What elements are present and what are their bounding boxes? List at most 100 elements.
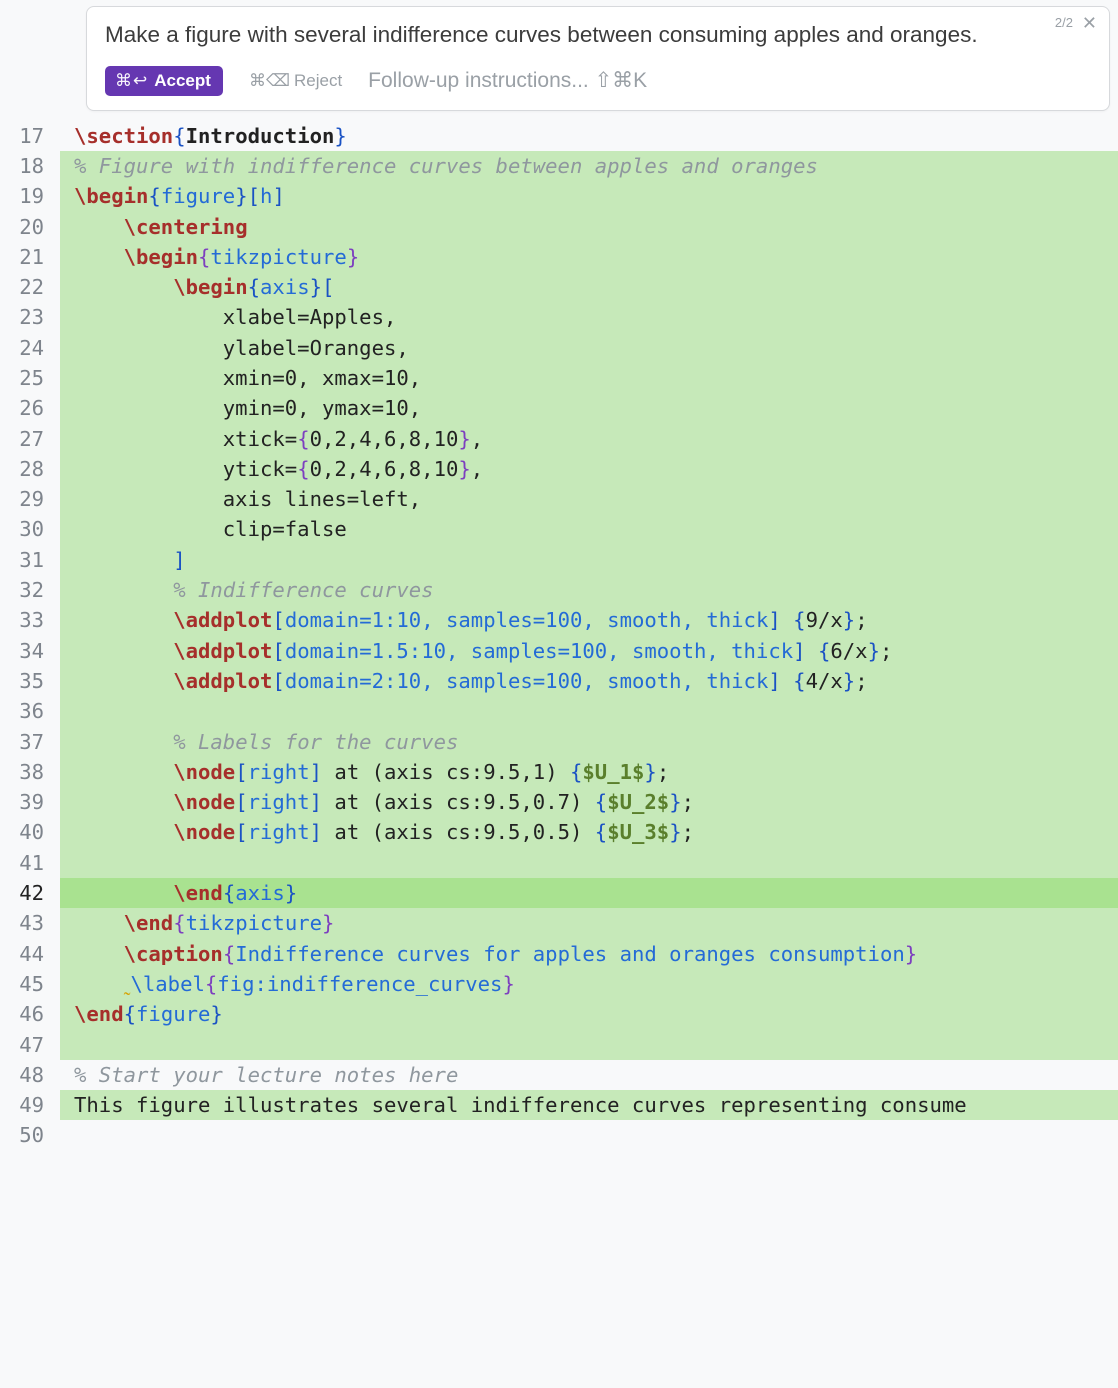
code-line[interactable]: 26 ymin=0, ymax=10, xyxy=(0,393,1118,423)
code-line[interactable]: 35 \addplot[domain=2:10, samples=100, sm… xyxy=(0,666,1118,696)
code-line[interactable]: 41 xyxy=(0,848,1118,878)
line-number: 40 xyxy=(0,817,60,847)
line-content[interactable] xyxy=(60,1120,1118,1150)
followup-hint[interactable]: Follow-up instructions... ⇧⌘K xyxy=(368,68,647,93)
code-line[interactable]: 28 ytick={0,2,4,6,8,10}, xyxy=(0,454,1118,484)
code-line[interactable]: 38 \node[right] at (axis cs:9.5,1) {$U_1… xyxy=(0,757,1118,787)
line-content[interactable]: \addplot[domain=2:10, samples=100, smoot… xyxy=(60,666,1118,696)
code-editor[interactable]: 17\section{Introduction}18% Figure with … xyxy=(0,121,1118,1151)
code-line[interactable]: 44 \caption{Indifference curves for appl… xyxy=(0,939,1118,969)
line-content[interactable] xyxy=(60,1030,1118,1060)
token-plain: ; xyxy=(682,790,694,814)
line-content[interactable]: xlabel=Apples, xyxy=(60,302,1118,332)
token-cmd: \centering xyxy=(124,215,248,239)
code-line[interactable]: 27 xtick={0,2,4,6,8,10}, xyxy=(0,424,1118,454)
code-line[interactable]: 32 % Indifference curves xyxy=(0,575,1118,605)
code-line[interactable]: 17\section{Introduction} xyxy=(0,121,1118,151)
code-line[interactable]: 23 xlabel=Apples, xyxy=(0,302,1118,332)
code-line[interactable]: 39 \node[right] at (axis cs:9.5,0.7) {$U… xyxy=(0,787,1118,817)
line-content[interactable]: % Labels for the curves xyxy=(60,727,1118,757)
code-line[interactable]: 40 \node[right] at (axis cs:9.5,0.5) {$U… xyxy=(0,817,1118,847)
token-plain xyxy=(74,881,173,905)
token-bl: { xyxy=(595,820,607,844)
code-line[interactable]: 29 axis lines=left, xyxy=(0,484,1118,514)
line-content[interactable]: \end{axis} xyxy=(60,878,1118,908)
token-pr: { xyxy=(297,457,309,481)
accept-button[interactable]: ⌘↩ Accept xyxy=(105,66,223,96)
line-content[interactable]: \caption{Indifference curves for apples … xyxy=(60,939,1118,969)
code-line[interactable]: 19\begin{figure}[h] xyxy=(0,181,1118,211)
line-content[interactable]: \begin{axis}[ xyxy=(60,272,1118,302)
line-content[interactable]: \node[right] at (axis cs:9.5,0.7) {$U_2$… xyxy=(60,787,1118,817)
line-content[interactable]: clip=false xyxy=(60,514,1118,544)
line-number: 42 xyxy=(0,878,60,908)
line-content[interactable]: ymin=0, ymax=10, xyxy=(60,393,1118,423)
line-content[interactable]: xmin=0, xmax=10, xyxy=(60,363,1118,393)
token-bl: ] xyxy=(768,608,780,632)
token-cmd: \node xyxy=(173,820,235,844)
line-content[interactable]: ytick={0,2,4,6,8,10}, xyxy=(60,454,1118,484)
token-pr: { xyxy=(198,245,210,269)
code-line[interactable]: 45 ˷\label{fig:indifference_curves} xyxy=(0,969,1118,999)
token-plain: at (axis cs:9.5,0.5) xyxy=(322,820,595,844)
line-content[interactable]: \begin{tikzpicture} xyxy=(60,242,1118,272)
code-line[interactable]: 47 xyxy=(0,1030,1118,1060)
code-line[interactable]: 31 ] xyxy=(0,545,1118,575)
line-content[interactable]: % Figure with indifference curves betwee… xyxy=(60,151,1118,181)
code-line[interactable]: 46\end{figure} xyxy=(0,999,1118,1029)
line-content[interactable] xyxy=(60,848,1118,878)
token-cmd: \end xyxy=(173,881,223,905)
code-line[interactable]: 24 ylabel=Oranges, xyxy=(0,333,1118,363)
code-line[interactable]: 49This figure illustrates several indiff… xyxy=(0,1090,1118,1120)
line-number: 22 xyxy=(0,272,60,302)
code-line[interactable]: 34 \addplot[domain=1.5:10, samples=100, … xyxy=(0,636,1118,666)
line-content[interactable]: \end{figure} xyxy=(60,999,1118,1029)
line-content[interactable]: % Indifference curves xyxy=(60,575,1118,605)
line-content[interactable]: \end{tikzpicture} xyxy=(60,908,1118,938)
code-line[interactable]: 43 \end{tikzpicture} xyxy=(0,908,1118,938)
token-bl: } xyxy=(334,124,346,148)
line-content[interactable]: \section{Introduction} xyxy=(60,121,1118,151)
token-plain: ; xyxy=(855,669,867,693)
line-content[interactable] xyxy=(60,696,1118,726)
code-line[interactable]: 33 \addplot[domain=1:10, samples=100, sm… xyxy=(0,605,1118,635)
line-content[interactable]: xtick={0,2,4,6,8,10}, xyxy=(60,424,1118,454)
code-line[interactable]: 36 xyxy=(0,696,1118,726)
line-content[interactable]: \node[right] at (axis cs:9.5,1) {$U_1$}; xyxy=(60,757,1118,787)
code-line[interactable]: 42 \end{axis} xyxy=(0,878,1118,908)
line-content[interactable]: \begin{figure}[h] xyxy=(60,181,1118,211)
line-content[interactable]: \node[right] at (axis cs:9.5,0.5) {$U_3$… xyxy=(60,817,1118,847)
line-content[interactable]: This figure illustrates several indiffer… xyxy=(60,1090,1118,1120)
token-bl: ] xyxy=(310,790,322,814)
line-content[interactable]: ylabel=Oranges, xyxy=(60,333,1118,363)
line-content[interactable]: % Start your lecture notes here xyxy=(60,1060,1118,1090)
code-line[interactable]: 18% Figure with indifference curves betw… xyxy=(0,151,1118,181)
token-arg: right xyxy=(248,790,310,814)
line-content[interactable]: \addplot[domain=1.5:10, samples=100, smo… xyxy=(60,636,1118,666)
close-icon[interactable]: ✕ xyxy=(1082,13,1097,34)
line-content[interactable]: \addplot[domain=1:10, samples=100, smoot… xyxy=(60,605,1118,635)
line-content[interactable]: axis lines=left, xyxy=(60,484,1118,514)
token-bl: [ xyxy=(235,820,247,844)
code-line[interactable]: 48% Start your lecture notes here xyxy=(0,1060,1118,1090)
line-number: 17 xyxy=(0,121,60,151)
line-number: 36 xyxy=(0,696,60,726)
token-pr: } xyxy=(458,427,470,451)
code-line[interactable]: 22 \begin{axis}[ xyxy=(0,272,1118,302)
code-line[interactable]: 50 xyxy=(0,1120,1118,1150)
code-line[interactable]: 25 xmin=0, xmax=10, xyxy=(0,363,1118,393)
line-content[interactable]: ] xyxy=(60,545,1118,575)
code-line[interactable]: 20 \centering xyxy=(0,212,1118,242)
line-content[interactable]: \centering xyxy=(60,212,1118,242)
line-content[interactable]: ˷\label{fig:indifference_curves} xyxy=(60,969,1118,999)
code-line[interactable]: 21 \begin{tikzpicture} xyxy=(0,242,1118,272)
token-arg: domain=1:10, samples=100, smooth, thick xyxy=(285,608,769,632)
code-line[interactable]: 37 % Labels for the curves xyxy=(0,727,1118,757)
code-line[interactable]: 30 clip=false xyxy=(0,514,1118,544)
reject-button[interactable]: ⌘⌫ Reject xyxy=(249,71,342,91)
suggestion-prompt: Make a figure with several indifference … xyxy=(105,19,1091,52)
token-plain: ylabel=Oranges, xyxy=(74,336,409,360)
line-number: 23 xyxy=(0,302,60,332)
token-arg: domain=2:10, samples=100, smooth, thick xyxy=(285,669,769,693)
token-cmd: \begin xyxy=(124,245,198,269)
